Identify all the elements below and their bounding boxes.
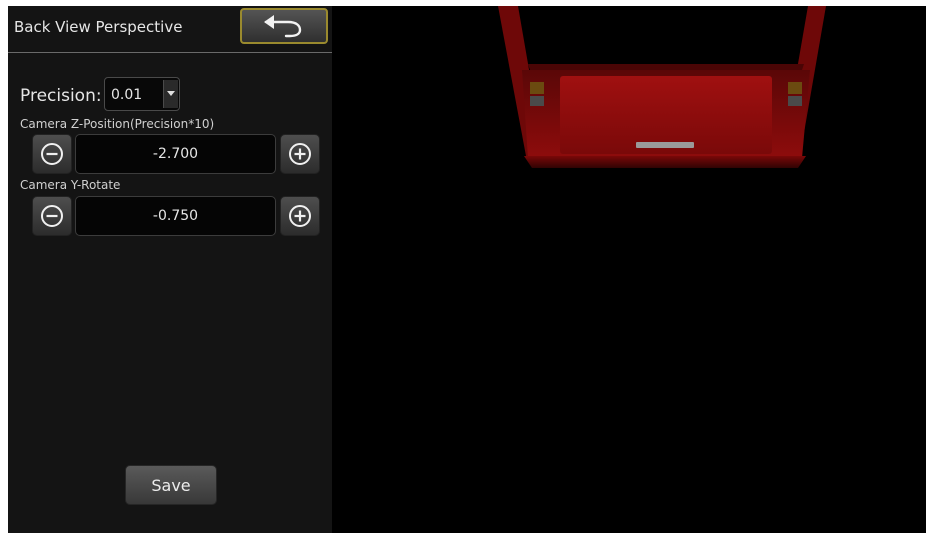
camera-viewport[interactable] [332, 6, 926, 533]
camera-z-value-field[interactable]: -2.700 [75, 134, 276, 174]
minus-circle-icon [41, 143, 63, 165]
camera-y-value-field[interactable]: -0.750 [75, 196, 276, 236]
save-button[interactable]: Save [125, 465, 217, 505]
plus-circle-icon [289, 205, 311, 227]
minus-circle-icon [41, 205, 63, 227]
camera-y-increment-button[interactable] [280, 196, 320, 236]
back-button[interactable] [240, 8, 328, 44]
precision-label: Precision: [20, 86, 102, 106]
panel-title: Back View Perspective [14, 18, 183, 36]
precision-value: 0.01 [111, 87, 143, 103]
app-window: Back View Perspective Precision: 0.01 Ca… [8, 6, 926, 533]
caret-down-icon[interactable] [163, 80, 178, 108]
settings-panel: Back View Perspective Precision: 0.01 Ca… [8, 6, 332, 533]
title-divider [8, 52, 332, 53]
plus-circle-icon [289, 143, 311, 165]
camera-y-decrement-button[interactable] [32, 196, 72, 236]
precision-select[interactable]: 0.01 [104, 77, 180, 111]
camera-z-increment-button[interactable] [280, 134, 320, 174]
camera-y-label: Camera Y-Rotate [20, 178, 121, 192]
camera-z-label: Camera Z-Position(Precision*10) [20, 117, 215, 131]
arrow-back-return-icon [264, 15, 302, 38]
vehicle-rear-view [498, 6, 826, 168]
camera-z-decrement-button[interactable] [32, 134, 72, 174]
